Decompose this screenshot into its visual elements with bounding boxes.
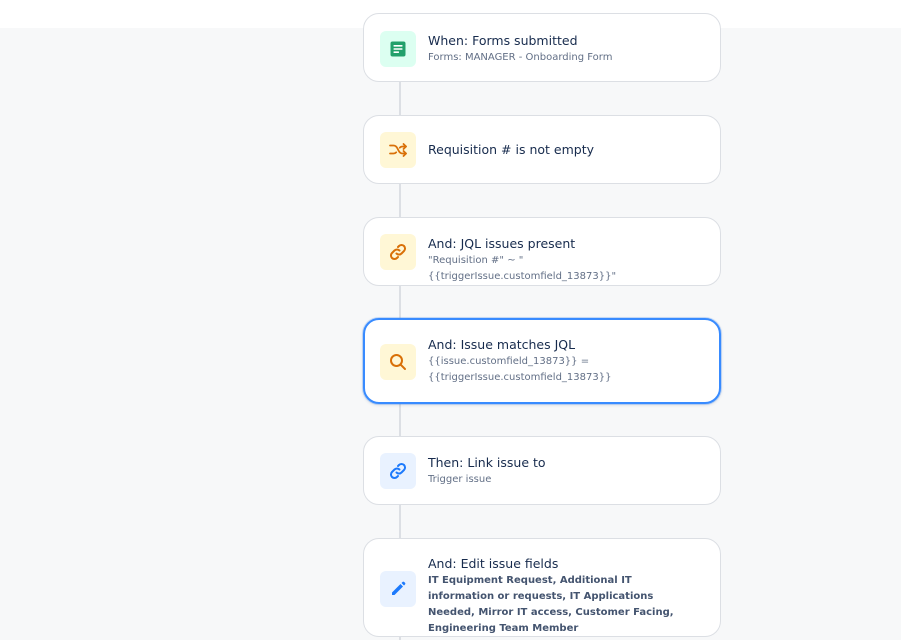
step-subtitle: IT Equipment Request, Additional IT info… bbox=[428, 575, 674, 634]
step-title: And: Issue matches JQL bbox=[428, 337, 576, 352]
rule-step-condition-selected[interactable]: And: Issue matches JQL {{issue.customfie… bbox=[363, 318, 721, 404]
connector-line bbox=[399, 504, 401, 538]
pencil-icon bbox=[380, 571, 416, 607]
step-text: Requisition # is not empty bbox=[428, 142, 704, 158]
link-icon bbox=[380, 234, 416, 270]
step-title: And: JQL issues present bbox=[428, 236, 576, 251]
automation-rule-canvas: When: Forms submitted Forms: MANAGER - O… bbox=[0, 0, 901, 640]
step-text: And: JQL issues present "Requisition #" … bbox=[428, 236, 704, 285]
step-subtitle: {{issue.customfield_13873}} = {{triggerI… bbox=[428, 356, 612, 383]
step-title: Requisition # is not empty bbox=[428, 142, 594, 157]
connector-line bbox=[399, 81, 401, 115]
step-text: When: Forms submitted Forms: MANAGER - O… bbox=[428, 33, 704, 66]
step-title: Then: Link issue to bbox=[428, 455, 546, 470]
link-icon bbox=[380, 453, 416, 489]
rule-step-condition[interactable]: And: JQL issues present "Requisition #" … bbox=[363, 217, 721, 286]
rule-step-trigger[interactable]: When: Forms submitted Forms: MANAGER - O… bbox=[363, 13, 721, 82]
step-text: Then: Link issue to Trigger issue bbox=[428, 455, 704, 488]
step-title: When: Forms submitted bbox=[428, 33, 578, 48]
search-icon bbox=[380, 344, 416, 380]
step-text: And: Issue matches JQL {{issue.customfie… bbox=[428, 337, 703, 386]
step-text: And: Edit issue fields IT Equipment Requ… bbox=[428, 556, 704, 637]
connector-line bbox=[399, 403, 401, 436]
rule-step-action[interactable]: And: Edit issue fields IT Equipment Requ… bbox=[363, 538, 721, 637]
step-title: And: Edit issue fields bbox=[428, 556, 559, 571]
rule-step-action[interactable]: Then: Link issue to Trigger issue bbox=[363, 436, 721, 505]
step-subtitle: "Requisition #" ~ "{{triggerIssue.custom… bbox=[428, 255, 617, 282]
rule-step-condition[interactable]: Requisition # is not empty bbox=[363, 115, 721, 184]
connector-line bbox=[399, 183, 401, 217]
shuffle-icon bbox=[380, 132, 416, 168]
form-icon bbox=[380, 31, 416, 67]
connector-line bbox=[399, 285, 401, 319]
step-subtitle: Forms: MANAGER - Onboarding Form bbox=[428, 52, 613, 63]
step-subtitle: Trigger issue bbox=[428, 474, 492, 485]
